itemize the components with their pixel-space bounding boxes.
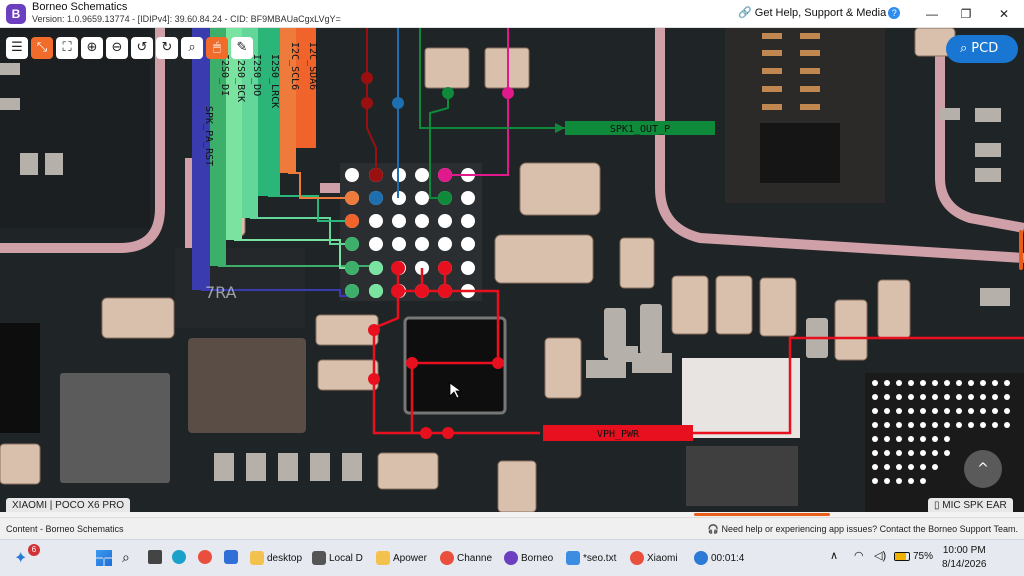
taskbar-app-local-disk[interactable]: Local D	[312, 549, 363, 569]
app-version: Version: 1.0.9659.13774 - [IDIPv4]: 39.6…	[32, 14, 341, 24]
minimize-button[interactable]: —	[922, 4, 942, 24]
app-window: B Borneo Schematics Version: 1.0.9659.13…	[0, 0, 1024, 576]
menu-icon[interactable]: ☰	[6, 37, 28, 59]
clock-date: 8/14/2026	[942, 559, 987, 570]
taskbar-app-label: Apower	[393, 553, 427, 564]
scroll-to-top-button[interactable]: ^	[964, 450, 1002, 488]
help-link-label: Get Help, Support & Media	[754, 7, 887, 19]
taskbar-search-icon[interactable]: ⌕	[122, 549, 130, 566]
horizontal-scrollbar[interactable]	[694, 513, 830, 516]
zoom-out-icon[interactable]: ⊖	[106, 37, 128, 59]
drive-icon	[312, 551, 326, 566]
taskbar-app-borneo[interactable]: Borneo	[504, 549, 553, 569]
widgets-icon[interactable]: ✦	[14, 548, 27, 568]
task-view-icon[interactable]	[148, 550, 162, 564]
rotate-left-icon[interactable]: ↺	[131, 37, 153, 59]
net-label-vph-pwr: VPH_PWR	[597, 429, 640, 440]
taskbar-app-label: Local D	[329, 553, 363, 564]
help-icon: ?	[888, 7, 901, 19]
taskbar-app-apower[interactable]: Apower	[376, 549, 427, 569]
maximize-button[interactable]: ❐	[956, 4, 976, 24]
device-model-tag: XIAOMI | POCO X6 PRO	[6, 498, 131, 512]
signal-label-i2c-sda6: I2C_SDA6	[307, 42, 318, 90]
taskbar-app-recorder[interactable]: 00:01:4	[694, 549, 744, 569]
notepad-icon	[566, 551, 580, 566]
taskbar-app-notepad[interactable]: *seo.txt	[566, 549, 616, 569]
headset-icon: 🎧	[707, 524, 722, 534]
wifi-icon[interactable]: ◠	[854, 549, 864, 562]
board-toolbar: ☰ ⤡ ⛶ ⊕ ⊖ ↺ ↻ ⌕ 🖱 ✎	[6, 37, 253, 61]
search-icon: ⌕	[960, 41, 968, 56]
pcd-button-label: PCD	[971, 41, 999, 56]
folder-icon	[250, 551, 264, 566]
chrome-icon[interactable]	[198, 550, 212, 564]
link-icon: 🔗	[738, 7, 755, 19]
volume-icon[interactable]: ◁)	[874, 549, 886, 562]
app-title: Borneo Schematics	[32, 1, 128, 13]
net-label-spk1-out-p: SPK1_OUT_P	[610, 124, 670, 135]
support-message[interactable]: 🎧 Need help or experiencing app issues? …	[708, 524, 1018, 535]
chrome-icon	[440, 551, 454, 566]
taskbar-app-label: Borneo	[521, 553, 554, 564]
pcb-image: SPK_PA_RST I2S0_DI I2S0_BCK I2S0_DO I2S0…	[0, 28, 1024, 512]
section-tag-label: MIC SPK EAR	[942, 500, 1007, 511]
vertical-scrollbar[interactable]	[1019, 230, 1023, 270]
pcd-button[interactable]: ⌕ PCD	[946, 35, 1018, 63]
taskbar-app-label: *seo.txt	[583, 553, 617, 564]
clock[interactable]: 10:00 PM 8/14/2026	[942, 544, 987, 572]
zoom-in-icon[interactable]: ⊕	[81, 37, 103, 59]
pcb-board-view[interactable]: SPK_PA_RST I2S0_DI I2S0_BCK I2S0_DO I2S0…	[0, 28, 1024, 512]
search-icon[interactable]: ⌕	[181, 37, 203, 59]
rotate-right-icon[interactable]: ↻	[156, 37, 178, 59]
chevron-up-icon[interactable]: ∧	[830, 549, 838, 562]
silkscreen-text: 7RA	[205, 283, 237, 302]
fullscreen-icon[interactable]: ⛶	[56, 37, 78, 59]
section-tag: ▯ MIC SPK EAR	[928, 498, 1013, 512]
edge-icon[interactable]	[172, 550, 186, 564]
taskbar: ✦ 6 ⌕ desktop Local D Apower Channe Born…	[0, 539, 1024, 576]
borneo-logo-icon: B	[6, 4, 26, 24]
recorder-icon	[694, 551, 708, 566]
status-left-text: Content - Borneo Schematics	[6, 524, 124, 534]
taskbar-app-label: Channe	[457, 553, 493, 564]
start-icon[interactable]	[96, 550, 112, 566]
notification-badge: 6	[28, 544, 40, 556]
support-message-text: Need help or experiencing app issues? Co…	[721, 524, 1018, 534]
battery-icon[interactable]	[894, 552, 910, 561]
store-icon[interactable]	[224, 550, 238, 564]
signal-label-i2s0-lrck: I2S0_LRCK	[269, 54, 280, 108]
borneo-icon	[504, 551, 518, 566]
fit-selection-icon[interactable]: ⤡	[31, 37, 53, 59]
taskbar-app-label: Xiaomi	[647, 553, 678, 564]
close-button[interactable]: ✕	[994, 4, 1014, 24]
taskbar-app-channel[interactable]: Channe	[440, 549, 492, 569]
chrome-icon	[630, 551, 644, 566]
taskbar-app-label: desktop	[267, 553, 303, 564]
title-bar: B Borneo Schematics Version: 1.0.9659.13…	[0, 0, 1024, 28]
signal-label-i2s0-bck: I2S0_BCK	[235, 54, 246, 102]
status-bar: Content - Borneo Schematics 🎧 Need help …	[0, 517, 1024, 539]
taskbar-app-desktop[interactable]: desktop	[250, 549, 302, 569]
taskbar-app-label: 00:01:4	[711, 553, 745, 564]
taskbar-app-xiaomi[interactable]: Xiaomi	[630, 549, 678, 569]
signal-label-spk-pa-rst: SPK_PA_RST	[203, 106, 214, 166]
battery-percent: 75%	[913, 551, 934, 562]
draw-icon[interactable]: ✎	[231, 37, 253, 59]
help-support-link[interactable]: 🔗 Get Help, Support & Media?	[738, 6, 901, 19]
clock-time: 10:00 PM	[942, 545, 986, 556]
mouse-mode-icon[interactable]: 🖱	[206, 37, 228, 59]
folder-icon	[376, 551, 390, 566]
signal-label-i2c-scl6: I2C_SCL6	[289, 42, 300, 90]
